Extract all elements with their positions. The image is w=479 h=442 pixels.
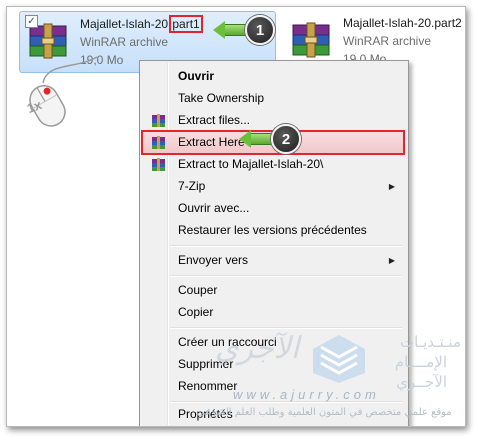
menu-item-ouvrir[interactable]: Ouvrir	[143, 66, 403, 87]
menu-item-envoyer-vers[interactable]: Envoyer vers ▶	[143, 250, 403, 271]
step-badge: 1	[245, 15, 275, 45]
part-highlight: part1	[169, 15, 203, 33]
arrow-left-icon	[239, 130, 251, 148]
menu-item-copier[interactable]: Copier	[143, 302, 403, 323]
menu-item-extract-to[interactable]: Extract to Majallet-Islah-20\	[143, 154, 403, 175]
callout-step-2: 2	[239, 124, 301, 154]
file-name: Majallet-Islah-20.part2	[343, 16, 462, 30]
menu-item-ouvrir-avec[interactable]: Ouvrir avec...	[143, 198, 403, 219]
context-menu: Ouvrir Take Ownership Extract files... E…	[139, 60, 409, 426]
menu-item-couper[interactable]: Couper	[143, 280, 403, 301]
submenu-arrow-icon: ▶	[388, 182, 395, 191]
menu-separator	[170, 245, 402, 247]
callout-step-1: 1	[213, 15, 275, 45]
menu-separator	[170, 327, 402, 329]
menu-item-renommer[interactable]: Renommer	[143, 376, 403, 397]
menu-item-take-ownership[interactable]: Take Ownership	[143, 88, 403, 109]
menu-item-restaurer[interactable]: Restaurer les versions précédentes	[143, 220, 403, 241]
menu-item-proprietes[interactable]: Propriétés	[143, 404, 403, 425]
winrar-icon	[152, 158, 165, 171]
menu-item-7zip[interactable]: 7-Zip ▶	[143, 176, 403, 197]
winrar-icon	[152, 136, 165, 149]
arrow-left-icon	[213, 21, 225, 39]
winrar-archive-icon	[292, 22, 330, 58]
selection-checkbox[interactable]: ✓	[25, 15, 38, 28]
menu-separator	[170, 401, 402, 403]
menu-item-supprimer[interactable]: Supprimer	[143, 354, 403, 375]
winrar-icon	[152, 114, 165, 127]
explorer-window: ✓ Majallet-Islah-20.part1 WinRAR archive…	[6, 6, 466, 427]
submenu-arrow-icon: ▶	[388, 256, 395, 265]
file-type: WinRAR archive	[343, 34, 432, 48]
menu-item-creer-raccourci[interactable]: Créer un raccourci	[143, 332, 403, 353]
menu-separator	[170, 275, 402, 277]
step-badge: 2	[271, 124, 301, 154]
watermark-line1: منـتـديـات	[399, 333, 461, 351]
